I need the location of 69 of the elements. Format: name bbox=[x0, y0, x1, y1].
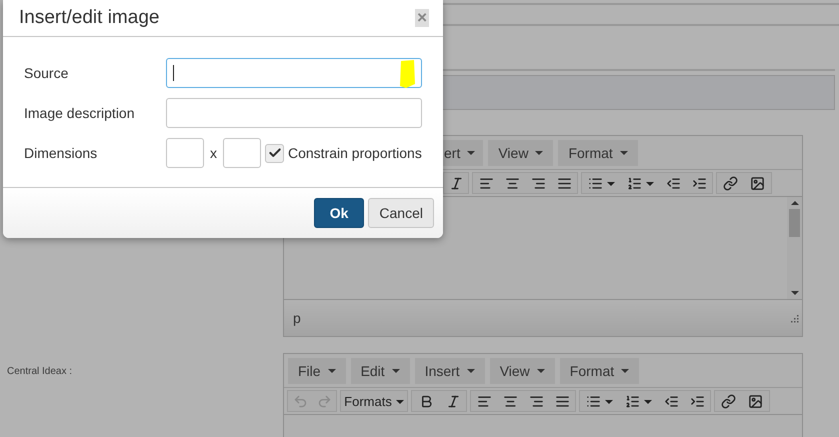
dimension-separator: x bbox=[210, 145, 217, 161]
bullet-list-icon bbox=[586, 394, 600, 409]
caret-icon bbox=[535, 151, 544, 155]
field-label: Image description bbox=[24, 105, 136, 121]
indent-icon bbox=[690, 394, 704, 409]
redo-icon bbox=[316, 394, 332, 409]
close-button[interactable]: × bbox=[415, 9, 429, 27]
field-label: Dimensions bbox=[24, 145, 98, 161]
menu-button[interactable]: View bbox=[488, 140, 554, 166]
outdent-icon bbox=[664, 394, 678, 409]
align-center-icon bbox=[504, 176, 520, 191]
height-field[interactable] bbox=[223, 138, 261, 168]
checkbox-label: Constrain proportions bbox=[288, 145, 422, 161]
caret-icon bbox=[790, 291, 798, 295]
align-right-icon bbox=[530, 176, 546, 191]
caret-icon bbox=[467, 151, 476, 155]
menu-button[interactable]: File bbox=[288, 358, 346, 384]
cancel-button[interactable]: Cancel bbox=[368, 198, 434, 228]
ok-button[interactable]: Ok bbox=[314, 198, 364, 228]
caret-icon bbox=[604, 400, 612, 404]
undo-icon bbox=[292, 394, 308, 409]
source-field[interactable] bbox=[166, 58, 422, 88]
italic-icon bbox=[446, 394, 460, 409]
align-left-icon bbox=[476, 394, 492, 409]
caret-icon bbox=[466, 369, 475, 373]
field-label: Central Ideax : bbox=[7, 366, 72, 377]
italic-icon bbox=[448, 176, 464, 191]
scrollbar-thumb[interactable] bbox=[789, 209, 800, 237]
description-field[interactable] bbox=[166, 98, 422, 128]
highlight-mark bbox=[398, 60, 416, 88]
caret-icon bbox=[644, 400, 652, 404]
constrain-checkbox[interactable] bbox=[265, 144, 284, 162]
align-center-icon bbox=[502, 394, 518, 409]
outdent-icon bbox=[666, 176, 680, 191]
numbered-list-icon bbox=[624, 394, 640, 409]
menu-button[interactable]: Insert bbox=[414, 358, 485, 384]
menu-button[interactable]: View bbox=[490, 358, 555, 384]
align-justify-icon bbox=[556, 176, 572, 191]
image-icon bbox=[750, 176, 765, 191]
menu-button[interactable]: Format bbox=[560, 358, 640, 384]
menu-button[interactable]: ert bbox=[443, 140, 484, 166]
link-icon bbox=[721, 394, 736, 409]
scrollbar[interactable] bbox=[787, 197, 802, 299]
check-icon bbox=[268, 146, 282, 160]
bullet-list-icon bbox=[588, 176, 602, 191]
indent-icon bbox=[692, 176, 706, 191]
menu-button[interactable]: Edit bbox=[350, 358, 410, 384]
caret-icon bbox=[646, 182, 654, 186]
numbered-list-icon bbox=[626, 176, 642, 191]
dialog-title: Insert/edit image bbox=[19, 7, 160, 29]
caret-icon bbox=[621, 369, 630, 373]
caret-icon bbox=[392, 369, 400, 373]
caret-icon bbox=[606, 182, 614, 186]
align-right-icon bbox=[528, 394, 544, 409]
caret-icon bbox=[536, 369, 545, 373]
caret-icon bbox=[396, 400, 404, 404]
align-left-icon bbox=[478, 176, 494, 191]
formats-dropdown[interactable]: Formats bbox=[341, 391, 407, 412]
image-icon bbox=[748, 394, 763, 409]
caret-icon bbox=[620, 151, 628, 155]
resize-grip-icon bbox=[790, 314, 799, 322]
scroll-up-icon bbox=[790, 201, 798, 205]
menu-button[interactable]: Format bbox=[558, 140, 638, 166]
caret-icon bbox=[328, 369, 336, 373]
element-path: p bbox=[293, 310, 301, 326]
field-label: Source bbox=[24, 65, 70, 81]
align-justify-icon bbox=[554, 394, 570, 409]
width-field[interactable] bbox=[166, 138, 204, 168]
link-icon bbox=[723, 176, 738, 191]
